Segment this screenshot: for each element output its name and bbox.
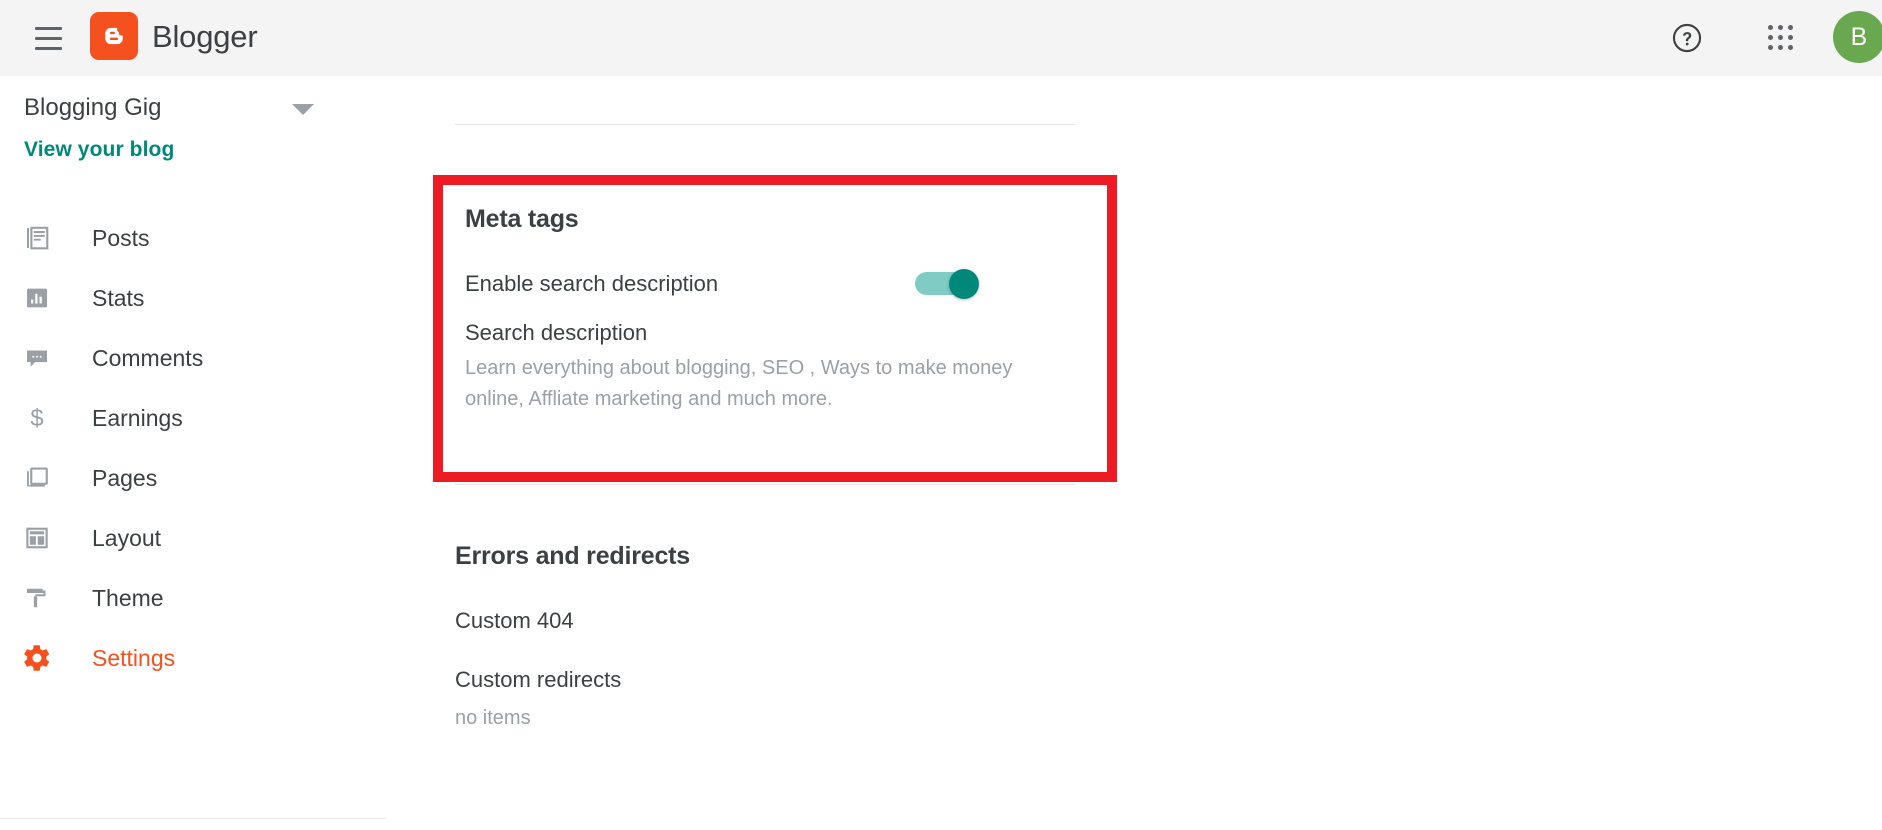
sidebar-item-label: Posts [92,224,150,251]
apps-dot [1788,35,1793,40]
enable-search-description-label: Enable search description [465,271,719,296]
section-divider-mid [455,484,1075,485]
sidebar-item-label: Stats [92,284,145,311]
sidebar-item-pages[interactable]: Pages [0,448,386,508]
hamburger-menu-icon[interactable] [28,18,68,58]
sidebar-item-label: Settings [92,644,176,671]
sidebar-nav: Posts Stats Comments $ Earnings Pages La… [0,208,386,688]
sidebar: Blogging Gig View your blog Posts Stats … [0,76,386,830]
custom-redirects-value: no items [455,707,531,729]
view-your-blog-link[interactable]: View your blog [24,138,174,162]
custom-404-label[interactable]: Custom 404 [455,608,574,634]
comments-icon [22,341,66,375]
settings-gear-icon [22,641,66,675]
top-app-bar: Blogger B [0,0,1882,76]
blog-selector[interactable]: Blogging Gig [24,84,364,132]
section-divider-top [455,124,1075,125]
sidebar-item-layout[interactable]: Layout [0,508,386,568]
sidebar-item-theme[interactable]: Theme [0,568,386,628]
custom-redirects-label[interactable]: Custom redirects [455,667,621,693]
apps-dot [1768,25,1773,30]
settings-content: Meta tags Enable search description Sear… [386,76,1882,830]
posts-icon [22,221,66,255]
chevron-down-icon[interactable] [292,104,314,115]
toggle-thumb [949,269,979,299]
apps-dot [1778,45,1783,50]
stats-icon [22,281,66,315]
sidebar-item-stats[interactable]: Stats [0,268,386,328]
enable-search-description-toggle[interactable] [915,269,981,299]
apps-dot [1768,35,1773,40]
blogger-logo-icon[interactable] [90,12,138,60]
search-description-label: Search description [465,320,648,345]
sidebar-item-label: Earnings [92,404,183,431]
hamburger-bar-2 [34,36,62,40]
pages-icon [22,461,66,495]
apps-grid-icon[interactable] [1765,22,1797,54]
earnings-dollar-icon: $ [22,401,66,435]
search-description-value[interactable]: Learn everything about blogging, SEO , W… [465,353,1025,415]
svg-text:$: $ [30,405,43,432]
sidebar-divider [0,818,386,819]
apps-dot [1788,45,1793,50]
blog-name: Blogging Gig [24,94,162,121]
sidebar-item-label: Theme [92,584,164,611]
apps-dot [1788,25,1793,30]
hamburger-bar-3 [34,46,62,50]
meta-tags-highlight-box: Meta tags Enable search description Sear… [433,175,1117,482]
theme-paint-roller-icon [22,581,66,615]
layout-icon [22,521,66,555]
help-circle-icon[interactable] [1670,21,1704,55]
apps-dot [1768,45,1773,50]
sidebar-item-label: Layout [92,524,162,551]
avatar[interactable]: B [1833,11,1882,63]
sidebar-item-posts[interactable]: Posts [0,208,386,268]
sidebar-item-settings[interactable]: Settings [0,628,386,688]
meta-tags-title: Meta tags [465,205,579,233]
sidebar-item-comments[interactable]: Comments [0,328,386,388]
sidebar-item-label: Comments [92,344,204,371]
errors-and-redirects-title: Errors and redirects [455,542,690,570]
sidebar-item-label: Pages [92,464,158,491]
apps-dot [1778,35,1783,40]
brand-title: Blogger [152,19,258,54]
sidebar-item-earnings[interactable]: $ Earnings [0,388,386,448]
apps-dot [1778,25,1783,30]
hamburger-bar-1 [34,26,62,30]
